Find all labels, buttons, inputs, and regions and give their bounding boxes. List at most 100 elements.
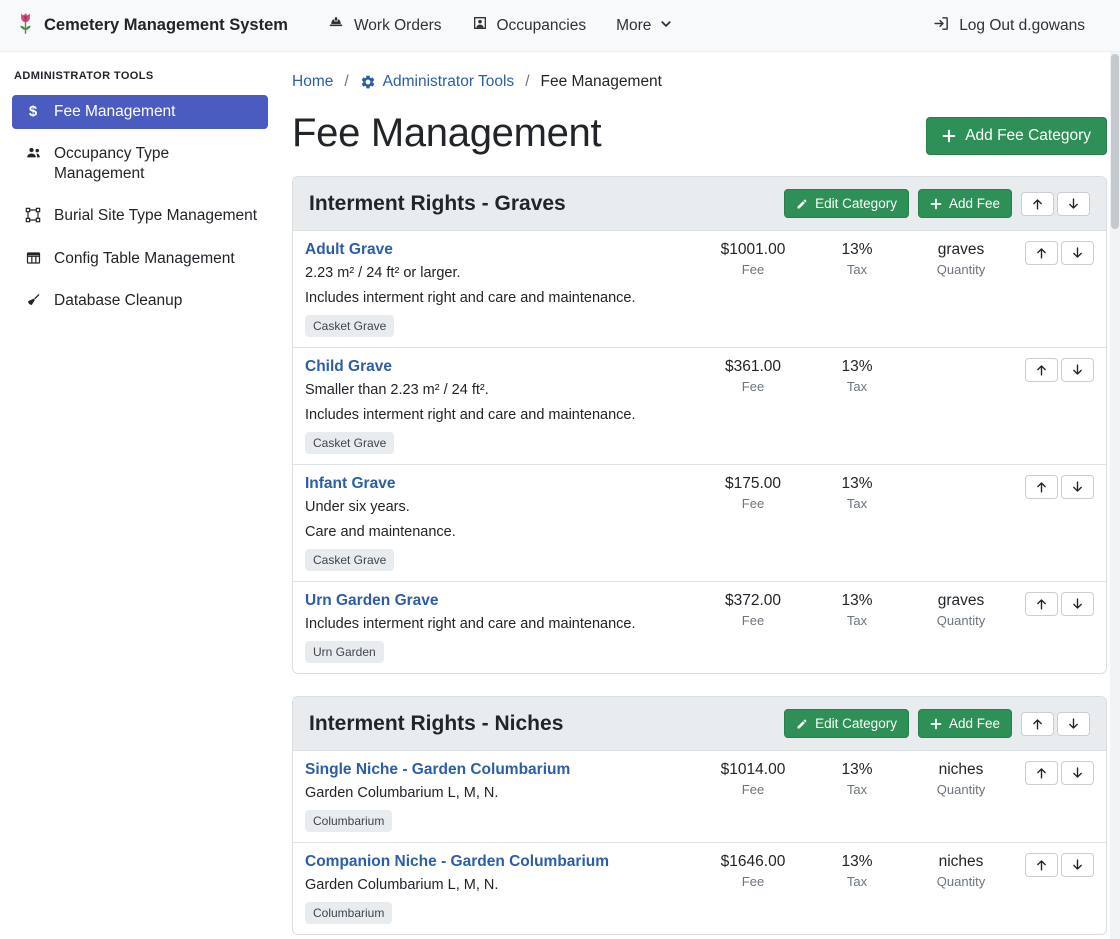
category-title: Interment Rights - Niches [309,712,784,736]
sidebar-item-label: Fee Management [54,102,176,122]
move-fee-down-button[interactable] [1061,358,1094,382]
fee-tax-value: 13% [805,475,909,493]
move-fee-up-button[interactable] [1025,475,1058,499]
fee-amount: $1014.00 Fee [701,761,805,797]
move-fee-up-button[interactable] [1025,761,1058,785]
breadcrumb-current: Fee Management [541,73,663,91]
fee-amount-label: Fee [701,613,805,628]
fee-tax-label: Tax [805,874,909,889]
move-fee-up-button[interactable] [1025,853,1058,877]
fee-category-card: Interment Rights - Niches Edit Category … [292,696,1107,935]
fee-type-badge: Urn Garden [305,641,384,663]
fee-tax-value: 13% [805,358,909,376]
sidebar-item-occupancy-type[interactable]: Occupancy Type Management [12,137,268,191]
fee-quantity: graves Quantity [909,241,1013,277]
nav-work-orders[interactable]: Work Orders [312,7,457,44]
sidebar-item-database-cleanup[interactable]: Database Cleanup [12,284,268,318]
table-icon [22,250,44,266]
fee-type-badge: Casket Grave [305,432,394,454]
logout-icon [933,15,950,37]
move-fee-down-button[interactable] [1061,853,1094,877]
fee-amount-value: $372.00 [701,592,805,610]
flower-icon [16,10,35,42]
move-category-up-button[interactable] [1021,192,1054,216]
arrow-down-icon [1071,480,1084,494]
move-category-down-button[interactable] [1057,192,1090,216]
plus-icon [930,198,942,210]
fee-tax: 13% Tax [805,475,909,511]
add-fee-category-button[interactable]: Add Fee Category [926,117,1107,155]
fee-description: Under six years. [305,497,693,518]
fee-tax-value: 13% [805,592,909,610]
move-category-up-button[interactable] [1021,712,1054,736]
logout-button[interactable]: Log Out d.gowans [918,7,1100,45]
fee-description: Includes interment right and care and ma… [305,614,693,635]
fee-amount-value: $1001.00 [701,241,805,259]
sidebar-item-fee-management[interactable]: $ Fee Management [12,95,268,129]
move-fee-up-button[interactable] [1025,358,1058,382]
sidebar-item-config-table[interactable]: Config Table Management [12,242,268,276]
edit-category-button[interactable]: Edit Category [784,709,909,738]
nav-occupancies[interactable]: Occupancies [457,7,602,44]
move-fee-down-button[interactable] [1061,761,1094,785]
move-fee-down-button[interactable] [1061,592,1094,616]
arrow-up-icon [1035,246,1048,260]
move-fee-down-button[interactable] [1061,475,1094,499]
arrow-down-icon [1071,766,1084,780]
scrollbar-thumb[interactable] [1111,54,1119,229]
fee-tax-label: Tax [805,262,909,277]
add-fee-category-label: Add Fee Category [965,127,1091,145]
arrow-down-icon [1071,858,1084,872]
app-brand[interactable]: Cemetery Management System [16,10,288,42]
breadcrumb-home[interactable]: Home [292,73,333,91]
app-title: Cemetery Management System [44,16,288,35]
broom-icon [22,292,44,308]
vector-square-icon [22,207,44,223]
fee-row: Child Grave Smaller than 2.23 m² / 24 ft… [293,348,1106,465]
sidebar-item-burial-site-type[interactable]: Burial Site Type Management [12,199,268,233]
fee-amount-value: $361.00 [701,358,805,376]
fee-name-link[interactable]: Urn Garden Grave [305,592,439,610]
fee-row: Infant Grave Under six years. Care and m… [293,465,1106,582]
fee-name-link[interactable]: Child Grave [305,358,392,376]
arrow-down-icon [1067,197,1080,211]
move-fee-up-button[interactable] [1025,592,1058,616]
fee-description: Includes interment right and care and ma… [305,288,693,309]
fee-quantity-value: niches [909,761,1013,779]
fee-name-link[interactable]: Companion Niche - Garden Columbarium [305,853,609,871]
fee-type-badge: Columbarium [305,902,392,924]
fee-tax: 13% Tax [805,358,909,394]
fee-name-link[interactable]: Infant Grave [305,475,395,493]
fee-amount: $372.00 Fee [701,592,805,628]
add-fee-button[interactable]: Add Fee [918,189,1012,218]
fee-quantity-value: niches [909,853,1013,871]
fee-amount-value: $1014.00 [701,761,805,779]
fee-amount: $175.00 Fee [701,475,805,511]
fee-amount-label: Fee [701,379,805,394]
move-fee-down-button[interactable] [1061,241,1094,265]
logout-label: Log Out d.gowans [959,17,1085,35]
fee-quantity-label: Quantity [909,782,1013,797]
sidebar-heading: ADMINISTRATOR TOOLS [12,62,268,95]
arrow-up-icon [1035,597,1048,611]
fee-name-link[interactable]: Adult Grave [305,241,393,259]
move-category-down-button[interactable] [1057,712,1090,736]
add-fee-button[interactable]: Add Fee [918,709,1012,738]
breadcrumb-admin-tools[interactable]: Administrator Tools [360,73,515,91]
scrollbar-track[interactable] [1110,52,1120,939]
nav-occupancies-label: Occupancies [497,17,587,35]
top-navbar: Cemetery Management System Work Orders O… [0,0,1120,52]
edit-category-label: Edit Category [815,196,897,211]
move-fee-up-button[interactable] [1025,241,1058,265]
fee-name-link[interactable]: Single Niche - Garden Columbarium [305,761,570,779]
arrow-up-icon [1031,717,1044,731]
fee-description: Garden Columbarium L, M, N. [305,875,693,896]
fee-tax-label: Tax [805,496,909,511]
edit-category-button[interactable]: Edit Category [784,189,909,218]
fee-tax-value: 13% [805,853,909,871]
breadcrumb-separator: / [344,73,348,91]
fee-quantity-label: Quantity [909,874,1013,889]
fee-description: Smaller than 2.23 m² / 24 ft². [305,380,693,401]
arrow-up-icon [1035,766,1048,780]
nav-more[interactable]: More [601,9,687,43]
